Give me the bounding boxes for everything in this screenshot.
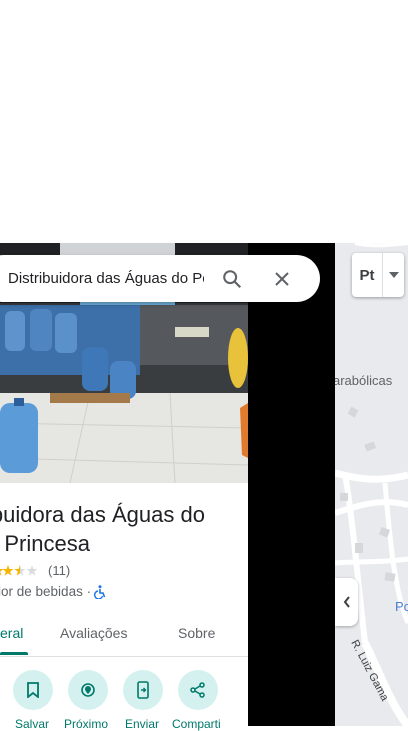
close-icon (275, 271, 289, 286)
place-title-line2: o Princesa (0, 531, 90, 556)
bookmark-icon (27, 682, 39, 698)
save-label[interactable]: Salvar (15, 717, 49, 731)
tab-about[interactable]: Sobre (178, 625, 215, 641)
blank-top-area (0, 0, 408, 243)
wheelchair-icon (94, 584, 106, 599)
search-icon (223, 269, 242, 288)
star-icon (0, 568, 4, 576)
send-label[interactable]: Enviar (125, 717, 159, 731)
language-control[interactable]: Pt (352, 253, 404, 297)
place-category[interactable]: edor de bebidas · (0, 584, 91, 599)
save-button[interactable] (13, 670, 53, 710)
search-bar[interactable]: Distribuidora das Águas do Po (0, 255, 320, 302)
close-button[interactable] (264, 261, 300, 297)
tab-reviews[interactable]: Avaliações (60, 625, 127, 641)
collapse-panel-button[interactable] (335, 578, 358, 626)
send-to-phone-button[interactable] (123, 670, 163, 710)
star-half-icon (14, 564, 26, 576)
send-to-phone-icon (137, 681, 149, 699)
dropdown-arrow-icon[interactable] (383, 253, 404, 297)
category-row: edor de bebidas · (0, 584, 107, 599)
tab-overview[interactable]: eral (0, 625, 23, 641)
star-icon (2, 564, 14, 576)
chevron-left-icon (343, 596, 350, 608)
share-label[interactable]: Comparti (172, 717, 221, 731)
map-label-po: Po (395, 599, 408, 614)
share-button[interactable] (178, 670, 218, 710)
active-tab-indicator (0, 652, 28, 655)
place-title: ibuidora das Águas do o Princesa (0, 500, 256, 558)
panel-gap (248, 243, 335, 726)
rating-row[interactable]: (11) (0, 563, 70, 578)
search-input[interactable]: Distribuidora das Águas do Po (8, 270, 204, 287)
rating-stars (0, 564, 42, 577)
place-title-line1: ibuidora das Águas do (0, 502, 205, 527)
review-count[interactable]: (11) (48, 563, 70, 578)
map-label-parabolicas: arabólicas (335, 373, 393, 388)
place-tabs: eral Avaliações Sobre (0, 613, 248, 657)
nearby-label[interactable]: Próximo (64, 717, 108, 731)
share-icon (190, 682, 205, 698)
search-button[interactable] (214, 261, 250, 297)
nearby-icon (81, 683, 95, 697)
nearby-button[interactable] (68, 670, 108, 710)
map-view[interactable]: arabólicas Po R. Luiz Gama (335, 243, 408, 726)
language-label[interactable]: Pt (352, 253, 383, 297)
star-empty-icon (26, 564, 38, 576)
